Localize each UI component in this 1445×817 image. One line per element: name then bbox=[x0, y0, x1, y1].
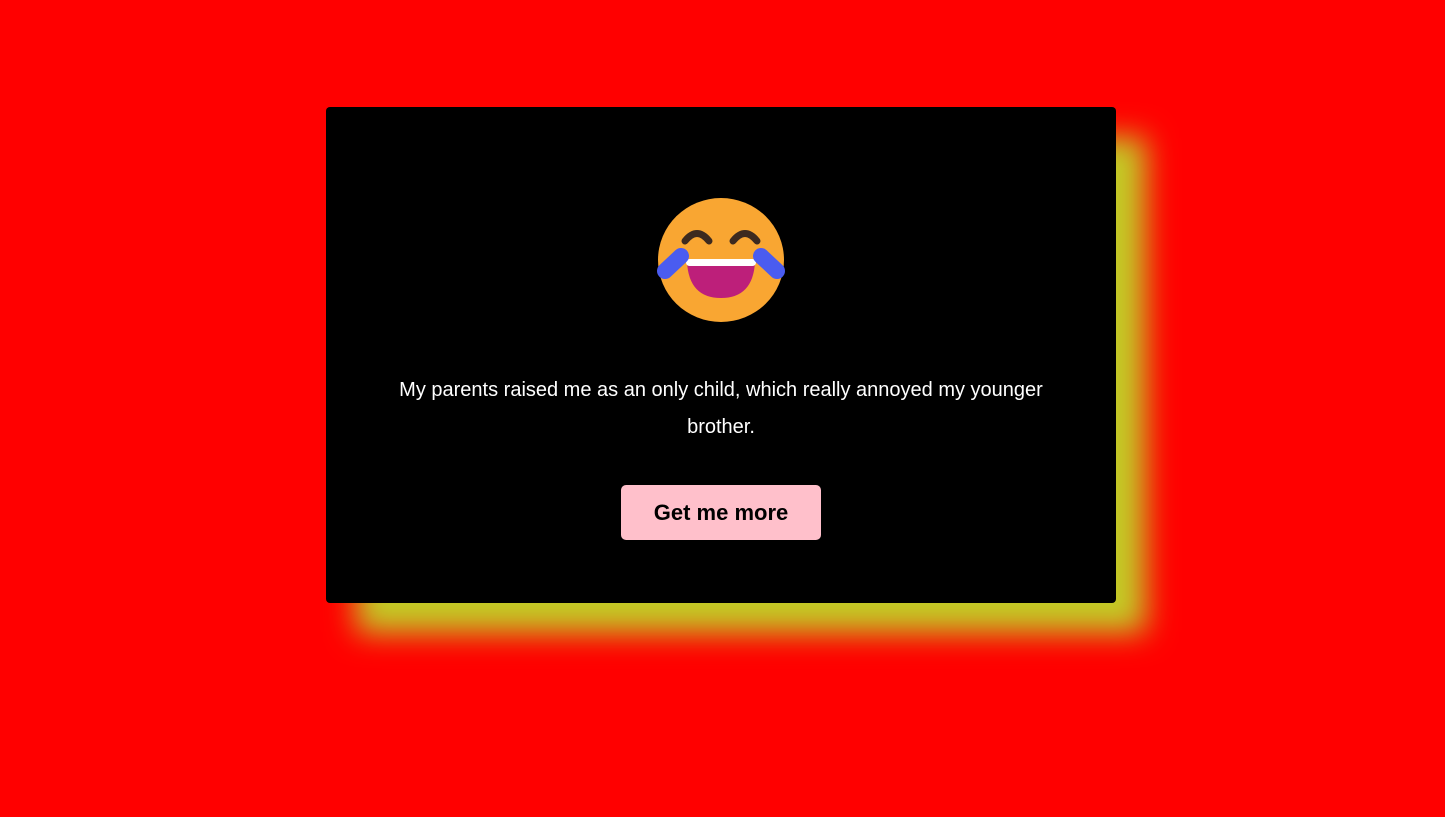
joke-text: My parents raised me as an only child, w… bbox=[399, 379, 1043, 438]
get-more-button[interactable]: Get me more bbox=[621, 485, 821, 540]
face-with-tears-of-joy-icon bbox=[657, 198, 785, 322]
